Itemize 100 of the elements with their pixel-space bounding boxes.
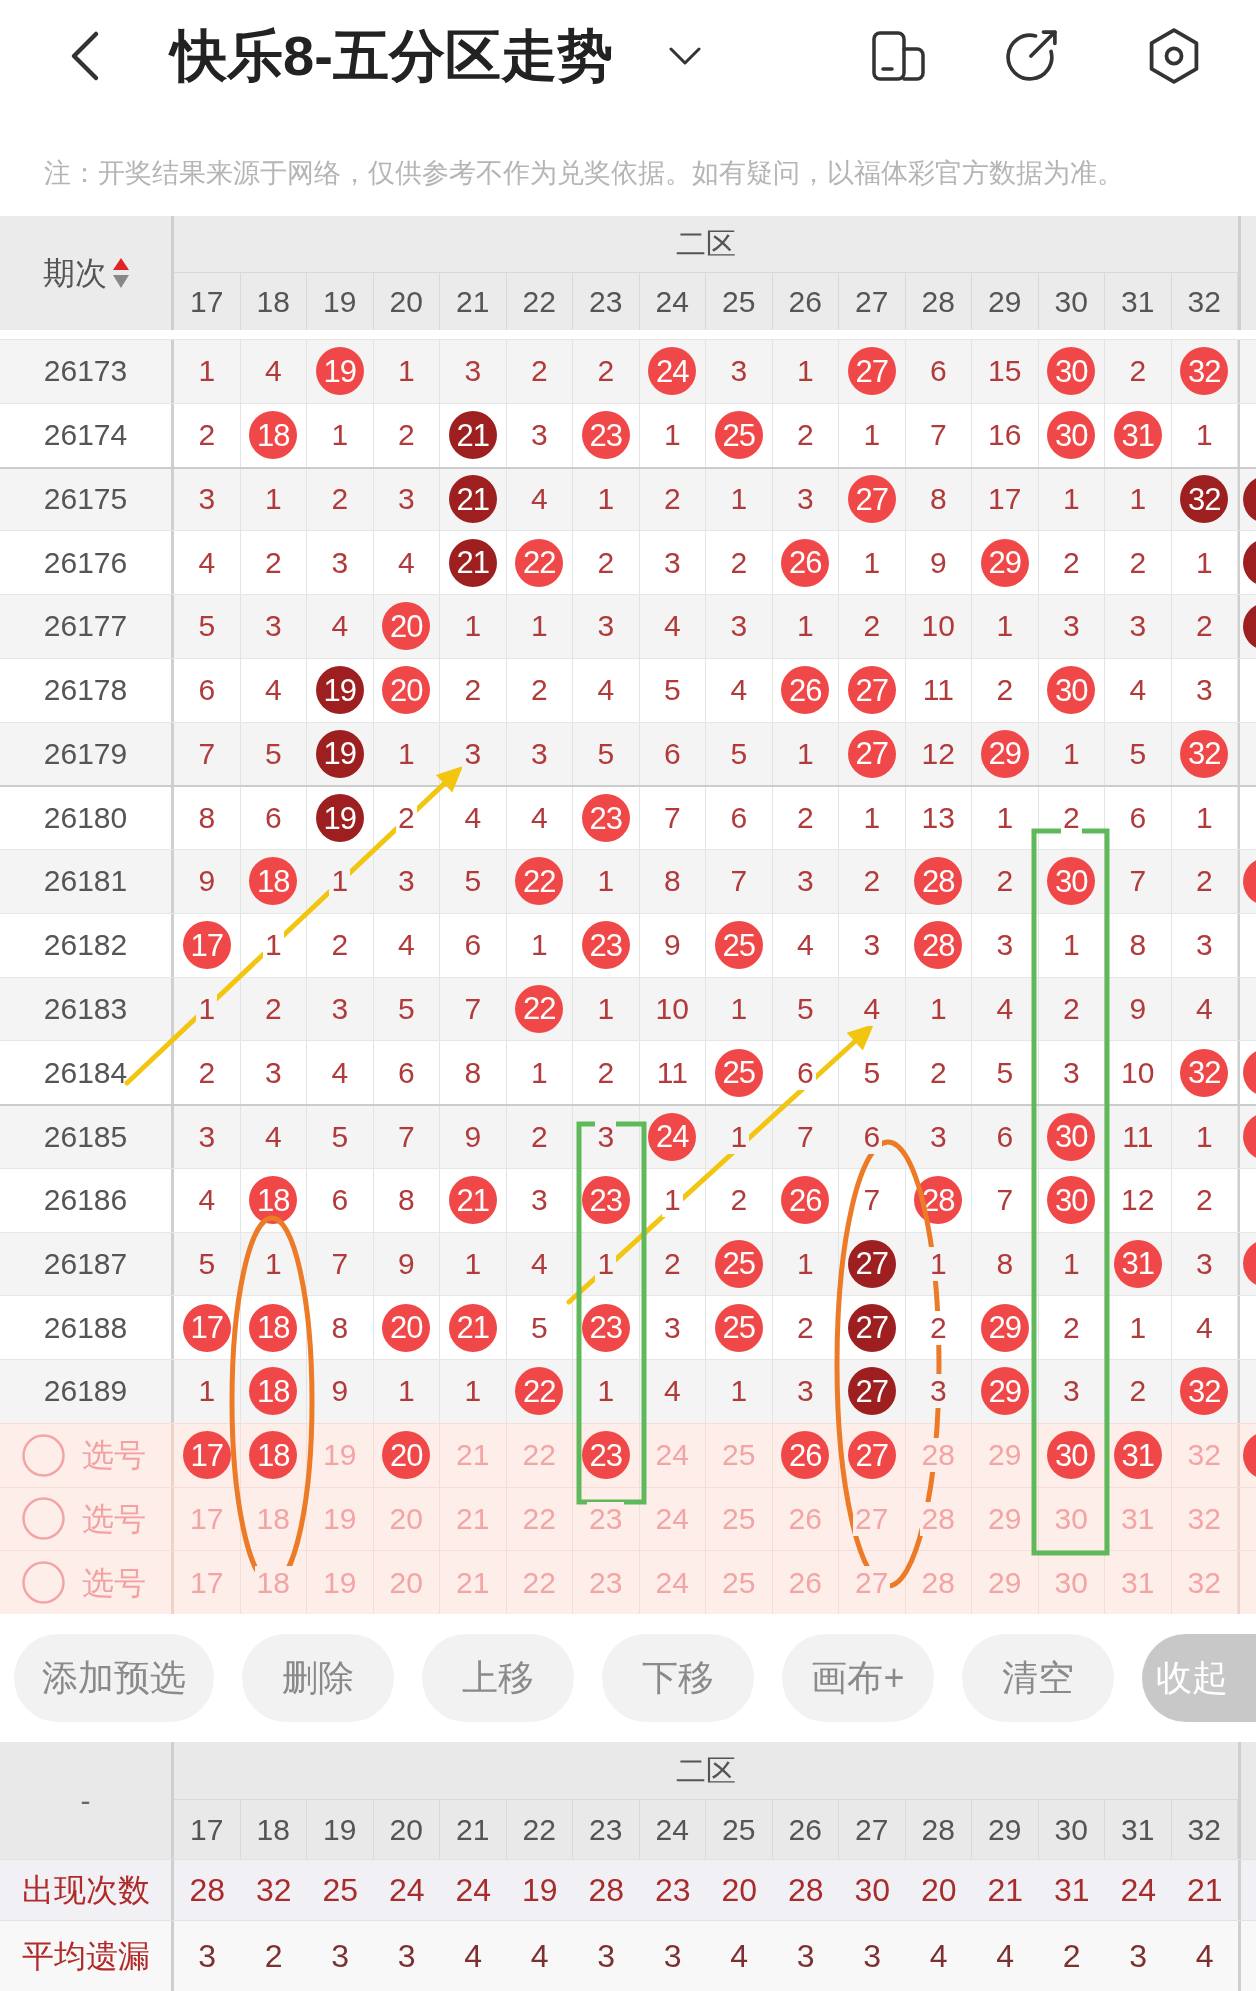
stat-value: 2 [264, 1940, 283, 1972]
column-heading: 21 [456, 286, 490, 317]
column-heading: 25 [722, 286, 756, 317]
column-heading: 20 [389, 1814, 423, 1845]
share-icon[interactable] [1006, 30, 1058, 82]
stat-value: 3 [863, 1940, 882, 1972]
column-heading: 23 [589, 286, 623, 317]
column-heading: 26 [788, 1814, 822, 1845]
stat-value: 28 [588, 1874, 625, 1906]
stat-value: 19 [521, 1874, 558, 1906]
action-button[interactable]: 添加预选 [14, 1634, 214, 1722]
stat-value: 24 [455, 1874, 492, 1906]
stat-value: 20 [920, 1874, 957, 1906]
corner-label: - [80, 1785, 91, 1816]
stat-value: 25 [322, 1874, 359, 1906]
chevron-down-icon[interactable] [668, 47, 701, 65]
period-number: 26178 [43, 675, 128, 706]
stat-value: 20 [721, 1874, 758, 1906]
stat-value: 24 [1120, 1874, 1157, 1906]
radio-button[interactable] [22, 1497, 65, 1541]
column-heading: 19 [323, 1814, 357, 1845]
action-button[interactable]: 清空 [962, 1634, 1114, 1722]
column-heading: 22 [522, 1814, 556, 1845]
stat-value: 31 [1053, 1874, 1090, 1906]
column-heading: 18 [256, 1814, 290, 1845]
stat-value: 21 [1186, 1874, 1223, 1906]
stat-value: 4 [530, 1940, 549, 1972]
back-icon[interactable] [70, 30, 100, 82]
action-button[interactable]: 上移 [422, 1634, 574, 1722]
stat-value: 32 [255, 1874, 292, 1906]
stat-value: 28 [787, 1874, 824, 1906]
stat-value: 30 [854, 1874, 891, 1906]
zone-heading: 二区 [676, 229, 736, 259]
sort-icon[interactable] [112, 258, 129, 288]
stat-value: 3 [796, 1940, 815, 1972]
settings-icon[interactable] [1148, 28, 1200, 84]
pick-label: 选号 [82, 1566, 146, 1599]
stat-value: 4 [996, 1940, 1015, 1972]
stat-value: 24 [388, 1874, 425, 1906]
period-number: 26177 [43, 611, 128, 642]
column-heading: 17 [190, 286, 224, 317]
period-number: 26182 [43, 930, 128, 961]
column-heading: 29 [988, 286, 1022, 317]
stat-value: 4 [1195, 1940, 1214, 1972]
period-number: 26187 [43, 1248, 128, 1279]
stat-value: 3 [331, 1940, 350, 1972]
period-number: 26185 [43, 1121, 128, 1152]
stat-value: 3 [1129, 1940, 1148, 1972]
stat-value: 21 [987, 1874, 1024, 1906]
column-heading: 30 [1054, 286, 1088, 317]
stat-value: 4 [464, 1940, 483, 1972]
period-number: 26184 [43, 1057, 128, 1088]
pick-number[interactable]: 28 [919, 1501, 957, 1536]
action-button[interactable]: 删除 [242, 1634, 394, 1722]
stat-value: 4 [730, 1940, 749, 1972]
stat-label: 平均遗漏 [21, 1940, 150, 1972]
stat-value: 4 [929, 1940, 948, 1972]
stat-value: 2 [1062, 1940, 1081, 1972]
column-heading: 24 [655, 286, 689, 317]
miss-count: 1 [927, 1246, 949, 1281]
column-heading: 32 [1187, 1814, 1221, 1845]
period-number: 26181 [43, 866, 128, 897]
column-heading: 30 [1054, 1814, 1088, 1845]
column-heading: 28 [921, 286, 955, 317]
column-heading: 26 [788, 286, 822, 317]
notice-text: 注：开奖结果来源于网络，仅供参考不作为兑奖依据。如有疑问，以福体彩官方数据为准。 [44, 157, 1124, 190]
column-heading: 23 [589, 1814, 623, 1845]
column-heading: 21 [456, 1814, 490, 1845]
zone-heading: 二区 [676, 1755, 736, 1786]
radio-button[interactable] [22, 1433, 65, 1477]
column-heading: 24 [655, 1814, 689, 1845]
stat-value: 3 [397, 1940, 416, 1972]
stat-value: 23 [654, 1874, 691, 1906]
column-heading: 27 [855, 1814, 889, 1845]
period-number: 26180 [43, 803, 128, 834]
period-number: 26186 [43, 1185, 128, 1216]
column-heading: 31 [1121, 1814, 1155, 1845]
radio-button[interactable] [22, 1561, 65, 1605]
period-number: 26174 [43, 420, 128, 451]
period-number: 26183 [43, 993, 128, 1024]
action-button[interactable]: 下移 [602, 1634, 754, 1722]
stat-label: 出现次数 [21, 1874, 150, 1906]
stat-value: 3 [597, 1940, 616, 1972]
column-heading: 31 [1121, 286, 1155, 317]
pick-label: 选号 [82, 1502, 146, 1535]
period-number: 26175 [43, 484, 128, 515]
stat-value: 3 [663, 1940, 682, 1972]
stat-value: 28 [189, 1874, 226, 1906]
column-heading: 29 [988, 1814, 1022, 1845]
action-button[interactable]: 画布+ [782, 1634, 934, 1722]
column-heading: 18 [256, 286, 290, 317]
period-number: 26179 [43, 738, 128, 769]
device-icon[interactable] [872, 31, 925, 81]
column-heading: 25 [722, 1814, 756, 1845]
period-number: 26176 [43, 547, 128, 578]
period-number: 26189 [43, 1376, 128, 1407]
column-heading: 32 [1187, 286, 1221, 317]
column-heading: 20 [389, 286, 423, 317]
column-heading: 28 [921, 1814, 955, 1845]
column-heading: 期次 [42, 257, 107, 289]
